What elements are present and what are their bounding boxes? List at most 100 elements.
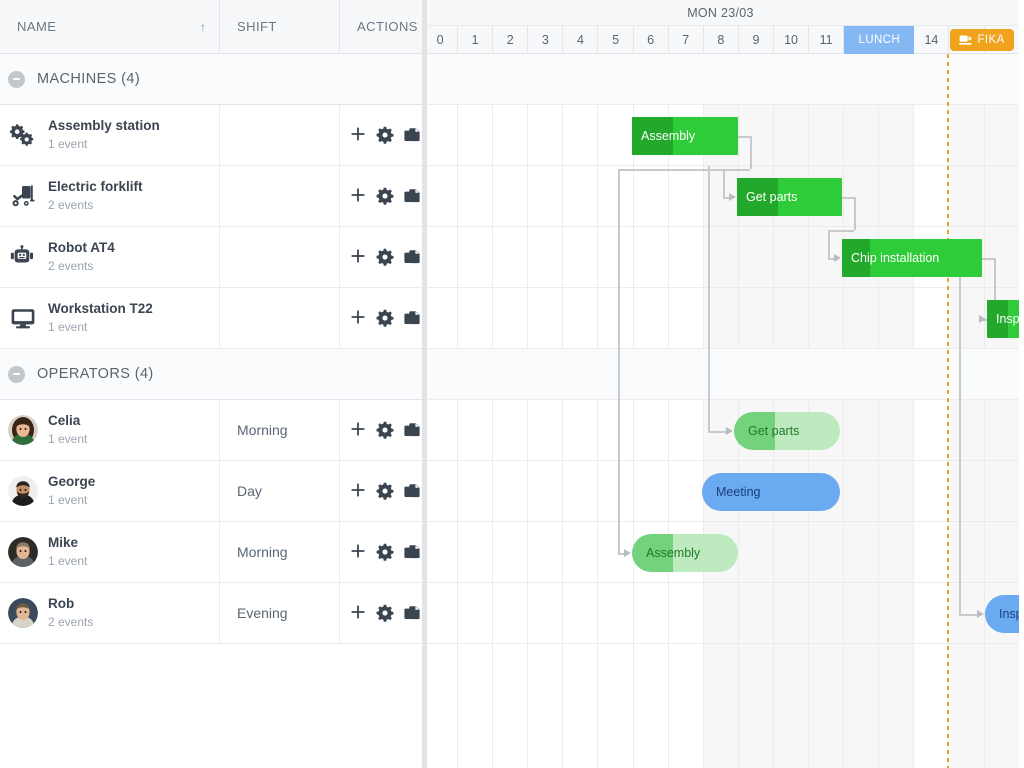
event-bar[interactable]: Meeting: [702, 473, 840, 511]
timeline-date-label: MON 23/03: [687, 6, 754, 20]
add-event-button[interactable]: [349, 543, 367, 561]
settings-button[interactable]: [376, 543, 394, 561]
duplicate-button[interactable]: [403, 126, 421, 144]
duplicate-button[interactable]: [403, 248, 421, 266]
hour-header-8[interactable]: 8: [704, 26, 739, 54]
collapse-toggle-operators[interactable]: [8, 366, 25, 383]
avatar-celia: [8, 415, 38, 445]
resource-grid: NAME ↑ SHIFT ACTIONS MACHINES (4)Assembl…: [0, 0, 422, 768]
connector-segment: [828, 230, 830, 258]
resource-name: Workstation T22: [48, 301, 153, 318]
timeline-column: [950, 54, 985, 768]
resource-row[interactable]: Assembly station1 event: [0, 105, 422, 166]
resource-row[interactable]: Mike1 eventMorning: [0, 522, 422, 583]
collapse-toggle-machines[interactable]: [8, 71, 25, 88]
hour-header-3[interactable]: 3: [528, 26, 563, 54]
connector-segment: [854, 197, 856, 230]
event-bar[interactable]: Assembly: [632, 534, 738, 572]
duplicate-button[interactable]: [403, 421, 421, 439]
timeline-column: [844, 54, 879, 768]
timeline-hour-header: 01234567891011LUNCH14FIKA: [422, 26, 1019, 54]
event-bar[interactable]: Get parts: [737, 178, 842, 216]
add-event-button[interactable]: [349, 187, 367, 205]
event-label: Inspection: [987, 312, 1019, 326]
event-bar[interactable]: Inspection: [985, 595, 1019, 633]
hour-header-4[interactable]: 4: [563, 26, 598, 54]
column-header-name[interactable]: NAME ↑: [0, 0, 220, 53]
timeline-column: [563, 54, 598, 768]
add-event-button[interactable]: [349, 309, 367, 327]
resource-row[interactable]: Celia1 eventMorning: [0, 400, 422, 461]
hour-header-6[interactable]: 6: [634, 26, 669, 54]
hour-header-14[interactable]: 14: [914, 26, 949, 54]
settings-button[interactable]: [376, 482, 394, 500]
forklift-icon: [8, 181, 38, 211]
resource-text: Mike1 event: [48, 535, 87, 569]
resource-event-count: 1 event: [48, 553, 87, 569]
hour-header-10[interactable]: 10: [774, 26, 809, 54]
resource-name: Electric forklift: [48, 179, 143, 196]
settings-button[interactable]: [376, 421, 394, 439]
sort-ascending-icon[interactable]: ↑: [200, 20, 207, 34]
duplicate-button[interactable]: [403, 187, 421, 205]
duplicate-button[interactable]: [403, 309, 421, 327]
group-row-operators[interactable]: OPERATORS (4): [0, 349, 422, 400]
avatar-george: [8, 476, 38, 506]
event-label: Assembly: [632, 546, 700, 560]
connector-arrowhead: [979, 315, 986, 323]
event-bar[interactable]: Chip installation: [842, 239, 982, 277]
event-bar[interactable]: Assembly: [632, 117, 738, 155]
add-event-button[interactable]: [349, 482, 367, 500]
robot-icon: [8, 242, 38, 272]
resource-row[interactable]: Robot AT42 events: [0, 227, 422, 288]
grid-header-row: NAME ↑ SHIFT ACTIONS: [0, 0, 422, 54]
resource-row[interactable]: Electric forklift2 events: [0, 166, 422, 227]
event-label: Get parts: [734, 424, 799, 438]
hour-header-9[interactable]: 9: [739, 26, 774, 54]
resource-name-cell: George1 event: [0, 461, 220, 521]
timeline-row-separator: [422, 582, 1019, 583]
resource-row[interactable]: Workstation T221 event: [0, 288, 422, 349]
timeline-body[interactable]: Assembly Get parts Chip installation Inspec…: [422, 54, 1019, 768]
scheduler-app: NAME ↑ SHIFT ACTIONS MACHINES (4)Assembl…: [0, 0, 1024, 768]
event-bar[interactable]: Get parts: [734, 412, 840, 450]
add-event-button[interactable]: [349, 126, 367, 144]
duplicate-button[interactable]: [403, 482, 421, 500]
hour-header-11[interactable]: 11: [809, 26, 844, 54]
settings-button[interactable]: [376, 309, 394, 327]
connector-segment: [982, 258, 994, 260]
hour-header-7[interactable]: 7: [669, 26, 704, 54]
settings-button[interactable]: [376, 187, 394, 205]
timeline-row-separator: [422, 165, 1019, 166]
resource-name-cell: Rob2 events: [0, 583, 220, 643]
settings-button[interactable]: [376, 248, 394, 266]
resource-row[interactable]: Rob2 eventsEvening: [0, 583, 422, 644]
event-label: Chip installation: [842, 251, 939, 265]
connector-arrowhead: [977, 610, 984, 618]
resource-event-count: 2 events: [48, 614, 93, 630]
hour-header-0[interactable]: 0: [423, 26, 458, 54]
pane-splitter[interactable]: [422, 0, 427, 768]
duplicate-button[interactable]: [403, 543, 421, 561]
resource-name-cell: Electric forklift2 events: [0, 166, 220, 226]
add-event-button[interactable]: [349, 604, 367, 622]
resource-name: George: [48, 474, 95, 491]
fika-break-badge[interactable]: FIKA: [950, 29, 1014, 51]
settings-button[interactable]: [376, 604, 394, 622]
hour-header-1[interactable]: 1: [458, 26, 493, 54]
settings-button[interactable]: [376, 126, 394, 144]
hour-header-5[interactable]: 5: [599, 26, 634, 54]
resource-row[interactable]: George1 eventDay: [0, 461, 422, 522]
event-bar[interactable]: Inspection: [987, 300, 1019, 338]
column-header-shift[interactable]: SHIFT: [220, 0, 340, 53]
duplicate-button[interactable]: [403, 604, 421, 622]
add-event-button[interactable]: [349, 421, 367, 439]
resource-event-count: 1 event: [48, 492, 95, 508]
timeline-column: [914, 54, 949, 768]
add-event-button[interactable]: [349, 248, 367, 266]
group-row-machines[interactable]: MACHINES (4): [0, 54, 422, 105]
lunch-break-header[interactable]: LUNCH: [844, 26, 914, 54]
hour-header-2[interactable]: 2: [493, 26, 528, 54]
timeline-row-separator: [422, 460, 1019, 461]
event-label: Get parts: [737, 190, 797, 204]
